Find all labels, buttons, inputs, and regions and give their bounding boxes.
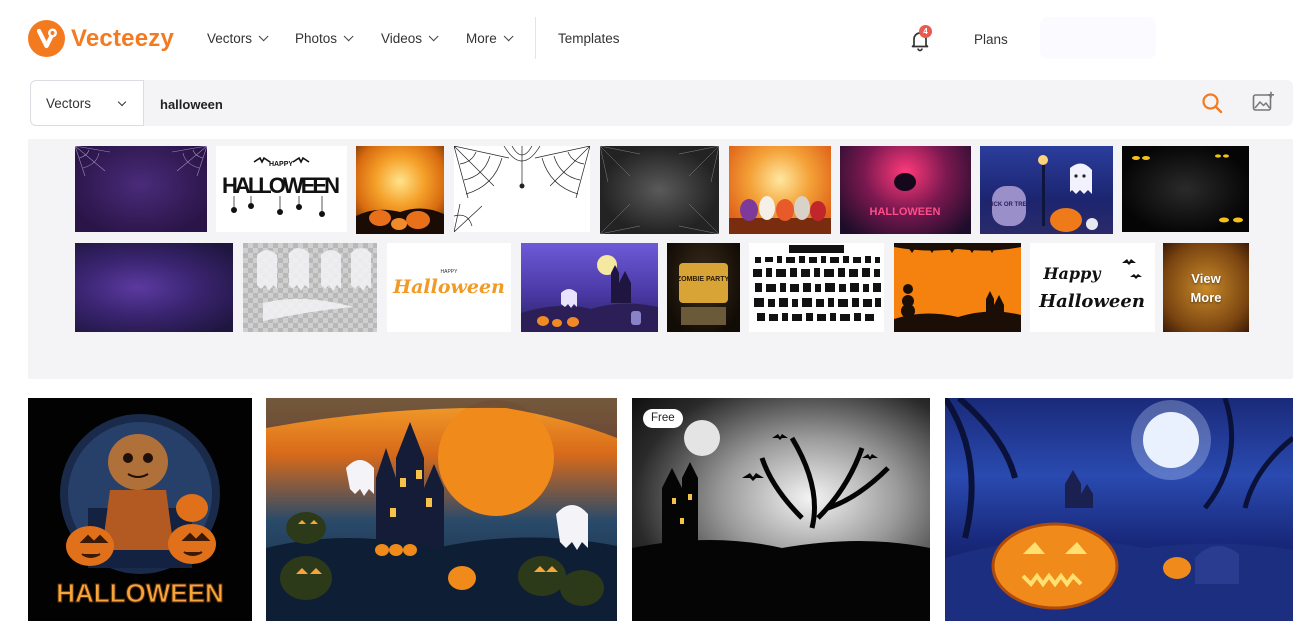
related-thumb-orange-cute-characters[interactable] (729, 146, 831, 234)
characters-icon (729, 196, 831, 234)
search-input[interactable] (160, 94, 1060, 114)
related-thumb-glowing-eyes-dark[interactable] (1122, 146, 1249, 232)
related-thumb-happy-halloween-bats[interactable]: Happy Halloween (1030, 243, 1155, 332)
halloween-lettering-art: HAPPY Halloween (392, 269, 505, 298)
thumb-halloween-script-text: Halloween (392, 276, 505, 298)
related-thumb-spider-webs-corners[interactable] (454, 146, 590, 232)
thumb-zombie-text: ZOMBIE PARTY (677, 276, 730, 283)
castle-moon-art (632, 420, 930, 621)
ghosts-art (257, 248, 371, 321)
view-more-tile[interactable]: View More (1163, 243, 1249, 332)
spiderweb-icon (600, 146, 719, 234)
related-thumbnails-panel: HAPPY HALLOWEEN HALLOWEEN TRICK OR TREAT… (28, 139, 1293, 379)
nav-templates[interactable]: Templates (558, 31, 620, 46)
related-thumb-orange-frame-pumpkins[interactable] (894, 243, 1021, 332)
search-icon[interactable] (1200, 91, 1224, 115)
spiderweb-icon (75, 146, 207, 177)
result-card-blue-night-jack-o-lantern[interactable] (945, 398, 1293, 621)
nav-videos-label: Videos (381, 31, 423, 46)
related-thumb-purple-fog[interactable] (75, 243, 233, 332)
nav-videos[interactable]: Videos (381, 31, 439, 46)
result-card-castle-moon-bats[interactable]: Free (632, 398, 930, 621)
thumb-halloween-text: HALLOWEEN (222, 173, 340, 198)
view-more-line2: More (1190, 289, 1222, 305)
nav-vectors[interactable]: Vectors (207, 31, 269, 46)
related-thumb-silhouettes-set[interactable] (749, 243, 884, 332)
chevron-down-icon (343, 31, 354, 42)
vecteezy-logo-icon (28, 20, 65, 57)
nav-templates-label: Templates (558, 31, 620, 46)
related-thumb-pink-halloween-banner[interactable]: HALLOWEEN (840, 146, 971, 234)
result-halloween-caption: HALLOWEEN (56, 578, 224, 608)
orange-frame-art (894, 243, 1021, 332)
image-search-icon[interactable] (1251, 90, 1275, 114)
chevron-down-icon (117, 97, 127, 107)
nav-divider (535, 17, 536, 59)
top-header: Vecteezy Vectors Photos Videos More Temp… (0, 0, 1300, 78)
jack-o-lantern-art (945, 398, 1293, 621)
ghost-tombstone-art: TRICK OR TREAT (984, 155, 1098, 232)
search-bar: Vectors (30, 80, 1293, 126)
chevron-down-icon (258, 31, 269, 42)
pumpkins-icon (356, 208, 444, 234)
related-thumb-white-ghosts[interactable] (243, 243, 377, 332)
thumb-halloween-pink-text: HALLOWEEN (870, 206, 941, 218)
nav-photos[interactable]: Photos (295, 31, 354, 46)
search-type-select[interactable]: Vectors (30, 80, 144, 126)
search-type-value: Vectors (46, 95, 92, 111)
related-thumb-full-moon-pumpkins[interactable] (356, 146, 444, 234)
happy-halloween-lettering: Happy Halloween (1038, 259, 1145, 312)
result-card-haunted-castle[interactable] (266, 398, 617, 621)
related-thumb-happy-halloween-text[interactable]: HAPPY HALLOWEEN (216, 146, 347, 232)
thumb-happy-text: HAPPY (269, 161, 293, 168)
related-thumb-halloween-orange-lettering[interactable]: HAPPY Halloween (387, 243, 511, 332)
view-more-line1: View (1191, 270, 1221, 286)
nav-more-label: More (466, 31, 497, 46)
nav-photos-label: Photos (295, 31, 338, 46)
nav-more[interactable]: More (466, 31, 514, 46)
zombie-poster-art: ZOMBIE PARTY (677, 263, 730, 325)
glowing-eyes-art (1132, 154, 1243, 223)
plans-link[interactable]: Plans (974, 32, 1008, 47)
account-button[interactable] (1040, 17, 1156, 59)
thumb-happy-script-text: Happy (1042, 264, 1102, 283)
notification-count-badge: 4 (919, 25, 932, 38)
thumb-halloween-script2-text: Halloween (1038, 291, 1145, 312)
thumb-trick-text: TRICK OR TREAT (984, 202, 1035, 208)
thumb-happy-small-text: HAPPY (441, 269, 459, 275)
pumpkin-banner-art: HALLOWEEN (870, 173, 941, 218)
chevron-down-icon (428, 31, 439, 42)
result-card-scarecrow-pumpkin[interactable]: HALLOWEEN (28, 398, 252, 621)
scarecrow-pumpkin-art: HALLOWEEN (56, 414, 224, 609)
vecteezy-logo[interactable]: Vecteezy (28, 20, 174, 57)
brand-name: Vecteezy (71, 24, 175, 52)
related-thumb-purple-haunted-castle[interactable] (521, 243, 658, 332)
spiderweb-icon (454, 146, 590, 232)
halloween-text-art: HAPPY HALLOWEEN (222, 156, 340, 217)
nav-vectors-label: Vectors (207, 31, 253, 46)
haunted-castle-art (266, 398, 617, 621)
haunted-castle-art (521, 255, 658, 332)
related-thumb-spiderweb-purple[interactable] (75, 146, 207, 232)
free-badge: Free (643, 409, 683, 428)
related-thumb-dark-web-frame[interactable] (600, 146, 719, 234)
related-thumb-ghost-tombstone[interactable]: TRICK OR TREAT (980, 146, 1113, 234)
chevron-down-icon (503, 31, 514, 42)
related-thumb-zombie-party[interactable]: ZOMBIE PARTY (667, 243, 740, 332)
silhouettes-art (753, 245, 881, 321)
